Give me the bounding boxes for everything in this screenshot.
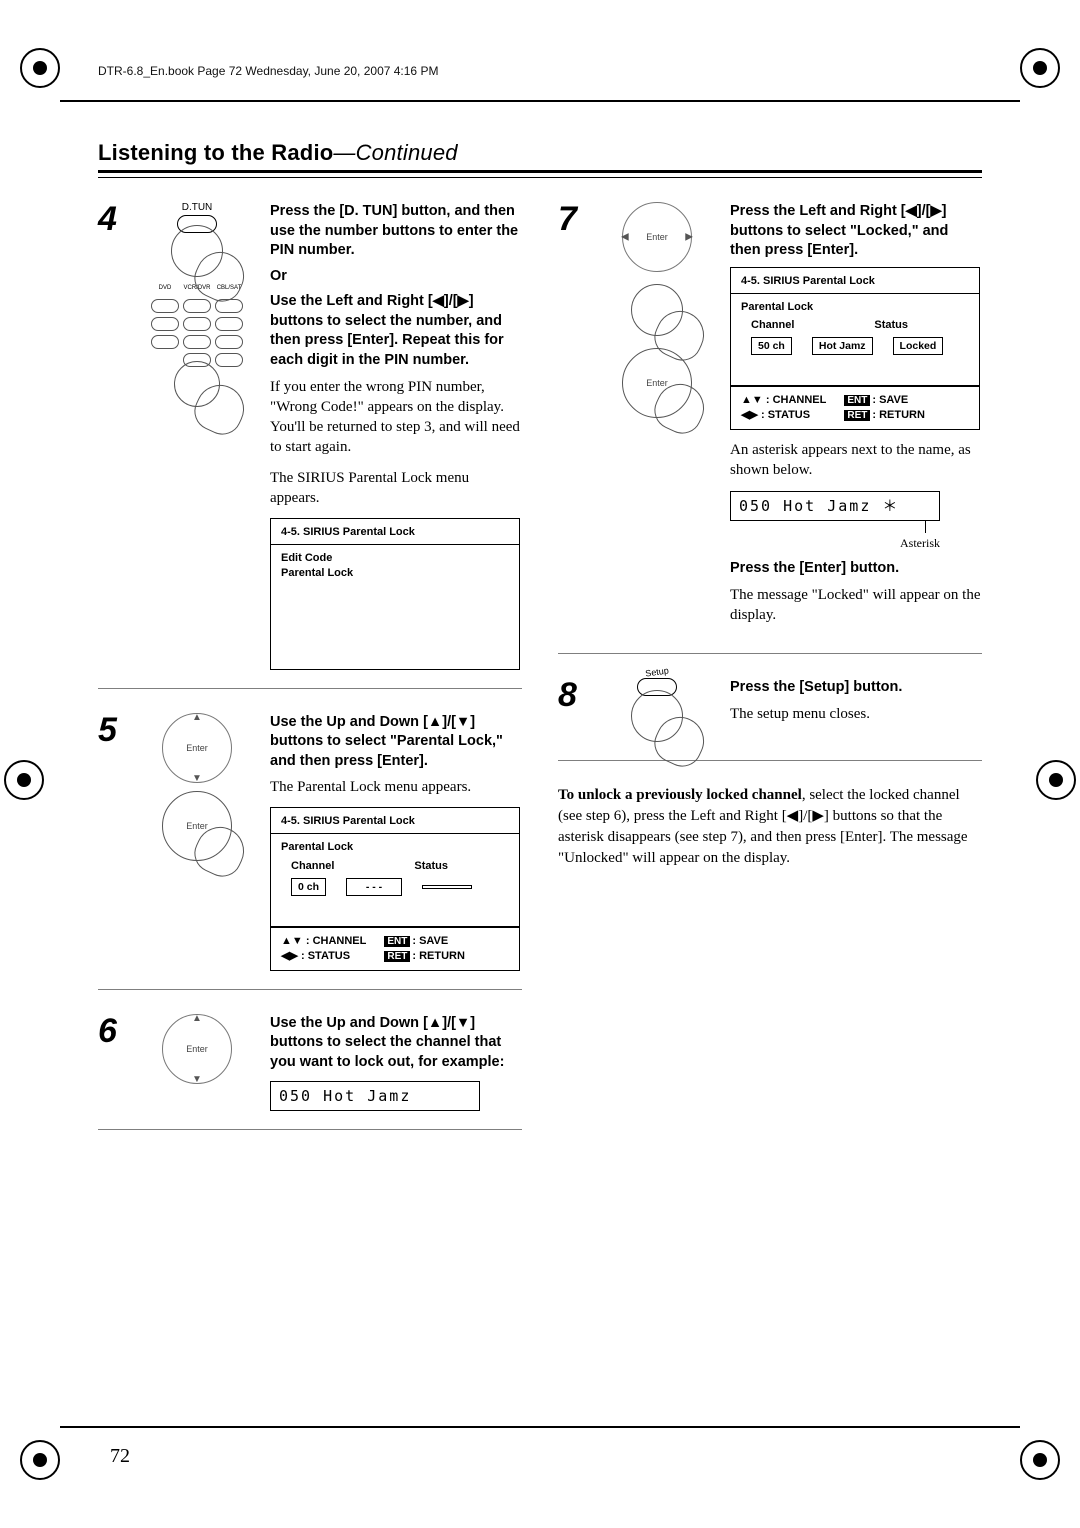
step-6-illustration: ▲▼Enter — [138, 1014, 256, 1111]
hand-press-icon — [631, 284, 683, 336]
hand-press-icon: Enter — [162, 791, 232, 861]
print-header: DTR-6.8_En.book Page 72 Wednesday, June … — [98, 64, 438, 78]
crop-line — [60, 1426, 1020, 1428]
ret-tag: RET — [844, 410, 870, 421]
cell-status — [422, 885, 472, 889]
title-rule-thin — [98, 177, 982, 178]
menu-item: Parental Lock — [281, 566, 509, 581]
hand-press-icon — [174, 361, 220, 407]
section-title-main: Listening to the Radio — [98, 140, 333, 165]
step-5-lead: Use the Up and Down [▲]/[▼] buttons to s… — [270, 713, 522, 772]
step-8: 8 Setup Press the [Setup] button. The se… — [558, 678, 982, 761]
sirius-menu-card: 4-5. SIRIUS Parental Lock Edit Code Pare… — [270, 518, 520, 670]
menu-title: 4-5. SIRIUS Parental Lock — [271, 519, 519, 545]
step-4-lead-2: Use the Left and Right [◀]/[▶] buttons t… — [270, 292, 522, 370]
menu-subtitle: Parental Lock — [741, 300, 969, 315]
hand-press-icon — [171, 225, 223, 277]
foot-label: : RETURN — [412, 950, 465, 962]
col-channel: Channel — [751, 318, 794, 333]
arrows-ud-icon: ▲▼ — [741, 394, 763, 406]
dpad-icon: ◀▶Enter — [622, 202, 692, 272]
ent-tag: ENT — [844, 395, 870, 406]
col-status: Status — [874, 318, 908, 333]
step-4-body-2: The SIRIUS Parental Lock menu appears. — [270, 468, 522, 509]
callout-line — [925, 521, 926, 533]
parental-lock-menu: 4-5. SIRIUS Parental Lock Parental Lock … — [270, 807, 520, 970]
number-pad-icon — [151, 299, 243, 367]
step-4-lead-1: Press the [D. TUN] button, and then use … — [270, 202, 522, 261]
step-7-illustration: ◀▶Enter Enter — [598, 202, 716, 635]
step-4: 4 D.TUN DVD VCR/DVR — [98, 202, 522, 689]
key-label: DVD — [151, 285, 179, 291]
step-7-body-2: The message "Locked" will appear on the … — [730, 585, 982, 626]
lcd-display: 050 Hot Jamz ＊ — [730, 491, 940, 521]
col-channel: Channel — [291, 859, 334, 874]
step-7-lead-2: Press the [Enter] button. — [730, 559, 982, 579]
crop-mark-icon — [20, 1440, 60, 1480]
ent-tag: ENT — [384, 936, 410, 947]
step-5-illustration: ▲▼Enter Enter — [138, 713, 256, 971]
cell-channel: 50 ch — [751, 337, 792, 355]
asterisk-label: Asterisk — [730, 535, 940, 551]
ret-tag: RET — [384, 951, 410, 962]
crop-line — [60, 100, 1020, 102]
section-title-continued: —Continued — [333, 140, 457, 165]
dpad-icon: ▲▼Enter — [162, 1014, 232, 1084]
setup-label: Setup — [645, 665, 670, 678]
foot-label: : STATUS — [761, 409, 810, 421]
crop-mark-icon — [4, 760, 44, 800]
step-number: 7 — [558, 202, 584, 635]
crop-mark-icon — [20, 48, 60, 88]
col-status: Status — [414, 859, 448, 874]
arrows-lr-icon: ◀▶ — [281, 950, 298, 962]
step-5-body: The Parental Lock menu appears. — [270, 777, 522, 797]
step-number: 5 — [98, 713, 124, 971]
arrows-lr-icon: ◀▶ — [741, 409, 758, 421]
step-4-body-1: If you enter the wrong PIN number, "Wron… — [270, 377, 522, 458]
step-8-body: The setup menu closes. — [730, 704, 982, 724]
step-7-body-1: An asterisk appears next to the name, as… — [730, 440, 982, 481]
step-4-or: Or — [270, 267, 522, 287]
foot-label: : RETURN — [872, 409, 925, 421]
crop-mark-icon — [1020, 48, 1060, 88]
lcd-display: 050 Hot Jamz — [270, 1081, 480, 1111]
enter-press-icon: Enter — [622, 348, 692, 418]
step-number: 6 — [98, 1014, 124, 1111]
step-6-lead: Use the Up and Down [▲]/[▼] buttons to s… — [270, 1014, 522, 1073]
page-number: 72 — [110, 1445, 130, 1468]
menu-item: Edit Code — [281, 551, 509, 566]
foot-label: : CHANNEL — [766, 394, 827, 406]
menu-title: 4-5. SIRIUS Parental Lock — [271, 808, 519, 834]
crop-mark-icon — [1020, 1440, 1060, 1480]
foot-label: : SAVE — [872, 394, 908, 406]
menu-title: 4-5. SIRIUS Parental Lock — [731, 268, 979, 294]
step-6: 6 ▲▼Enter Use the Up and Down [▲]/[▼] bu… — [98, 1014, 522, 1130]
unlock-bold: To unlock a previously locked channel — [558, 787, 802, 803]
foot-label: : CHANNEL — [306, 935, 367, 947]
parental-lock-menu: 4-5. SIRIUS Parental Lock Parental Lock … — [730, 267, 980, 430]
step-7: 7 ◀▶Enter Enter Press the Left and Right… — [558, 202, 982, 654]
dtun-label: D.TUN — [171, 202, 223, 213]
dpad-icon: ▲▼Enter — [162, 713, 232, 783]
step-8-lead: Press the [Setup] button. — [730, 678, 982, 698]
title-rule — [98, 170, 982, 173]
menu-subtitle: Parental Lock — [281, 840, 509, 855]
step-7-lead: Press the Left and Right [◀]/[▶] buttons… — [730, 202, 982, 261]
section-title: Listening to the Radio—Continued — [98, 140, 982, 166]
step-4-illustration: D.TUN DVD VCR/DVR CBL/SAT — [138, 202, 256, 670]
cell-status: Locked — [893, 337, 944, 355]
step-number: 4 — [98, 202, 124, 670]
step-5: 5 ▲▼Enter Enter Use the Up and Down [▲]/… — [98, 713, 522, 990]
step-number: 8 — [558, 678, 584, 742]
cell-name: Hot Jamz — [812, 337, 873, 355]
cell-name: - - - — [346, 878, 402, 896]
arrows-ud-icon: ▲▼ — [281, 935, 303, 947]
unlock-paragraph: To unlock a previously locked channel, s… — [558, 785, 982, 869]
cell-channel: 0 ch — [291, 878, 326, 896]
hand-press-icon — [631, 690, 683, 742]
step-8-illustration: Setup — [598, 678, 716, 742]
crop-mark-icon — [1036, 760, 1076, 800]
foot-label: : SAVE — [412, 935, 448, 947]
foot-label: : STATUS — [301, 950, 350, 962]
